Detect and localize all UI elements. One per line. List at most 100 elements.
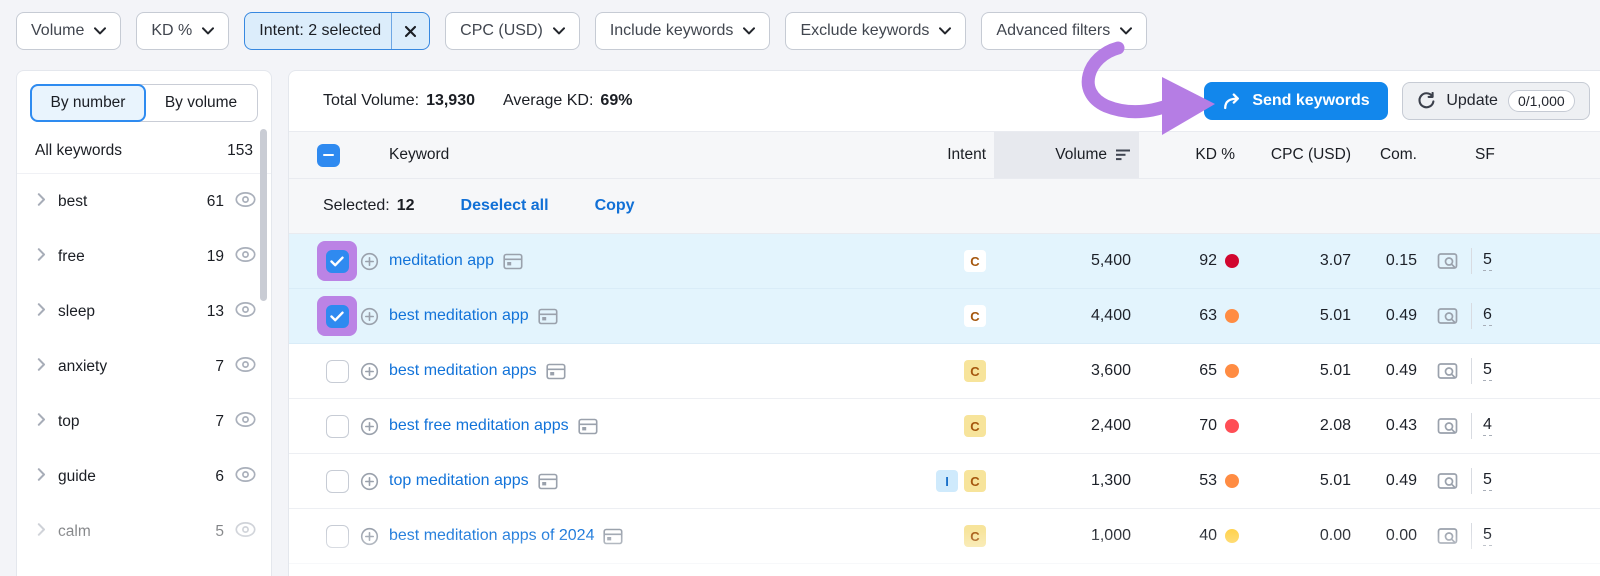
close-icon[interactable] (392, 25, 429, 38)
intent-cell: C (864, 360, 994, 382)
add-to-list-icon[interactable] (359, 306, 380, 327)
keyword-group-row[interactable]: best 61 (17, 174, 271, 229)
selection-bar: Selected: 12 Deselect all Copy (289, 179, 1600, 234)
eye-icon[interactable] (234, 411, 257, 433)
filter-chip[interactable]: Advanced filters (981, 12, 1147, 50)
keyword-group-label: guide (58, 468, 203, 486)
keyword-link[interactable]: best meditation apps (389, 362, 537, 380)
serp-features-icon[interactable] (1437, 252, 1460, 271)
serp-card-icon[interactable] (603, 528, 623, 545)
kd-difficulty-dot (1225, 309, 1239, 323)
add-to-list-icon[interactable] (359, 251, 380, 272)
keyword-table-panel: Total Volume: 13,930 Average KD: 69% Sen… (288, 70, 1600, 576)
tab-by-volume[interactable]: By volume (145, 85, 257, 121)
sf-count[interactable]: 4 (1483, 416, 1492, 436)
add-to-list-icon[interactable] (359, 416, 380, 437)
keyword-link[interactable]: best free meditation apps (389, 417, 569, 435)
tab-by-number[interactable]: By number (30, 84, 146, 122)
checkbox-highlight (317, 516, 357, 556)
serp-features-icon[interactable] (1437, 362, 1460, 381)
keyword-group-row[interactable]: free 19 (17, 229, 271, 284)
filter-chip-label: CPC (USD) (460, 22, 543, 40)
filter-chip[interactable]: KD % (136, 12, 229, 50)
total-volume-label: Total Volume: (323, 92, 419, 110)
column-header-volume[interactable]: Volume (994, 132, 1139, 178)
keyword-link[interactable]: meditation app (389, 252, 494, 270)
deselect-all-link[interactable]: Deselect all (461, 197, 549, 215)
keyword-group-row[interactable]: calm 5 (17, 504, 271, 559)
select-all-checkbox[interactable] (317, 144, 340, 167)
keyword-group-row[interactable]: anxiety 7 (17, 339, 271, 394)
chevron-right-icon[interactable] (37, 193, 46, 211)
keyword-group-row[interactable]: guide 6 (17, 449, 271, 504)
row-checkbox[interactable] (326, 470, 349, 493)
filter-chip[interactable]: Include keywords (595, 12, 771, 50)
row-checkbox[interactable] (326, 305, 349, 328)
row-checkbox[interactable] (326, 525, 349, 548)
competition-value: 0.49 (1386, 307, 1417, 325)
serp-card-icon[interactable] (546, 363, 566, 380)
row-checkbox[interactable] (326, 250, 349, 273)
filter-chip[interactable]: CPC (USD) (445, 12, 580, 50)
send-keywords-button[interactable]: Send keywords (1204, 82, 1388, 120)
chevron-down-icon (202, 22, 214, 40)
sf-count[interactable]: 6 (1483, 306, 1492, 326)
chevron-right-icon[interactable] (37, 303, 46, 321)
chevron-right-icon[interactable] (37, 358, 46, 376)
update-button[interactable]: Update 0/1,000 (1402, 82, 1590, 120)
keyword-group-row[interactable]: sleep 13 (17, 284, 271, 339)
kd-difficulty-dot (1225, 474, 1239, 488)
serp-card-icon[interactable] (503, 253, 523, 270)
sf-count[interactable]: 5 (1483, 361, 1492, 381)
copy-link[interactable]: Copy (595, 197, 635, 215)
keyword-link[interactable]: best meditation apps of 2024 (389, 527, 594, 545)
chevron-right-icon[interactable] (37, 468, 46, 486)
cpc-value: 5.01 (1320, 362, 1351, 380)
filter-chip[interactable]: Intent: 2 selected (244, 12, 430, 50)
serp-card-icon[interactable] (538, 308, 558, 325)
column-header-sf: SF (1475, 146, 1495, 164)
sf-count[interactable]: 5 (1483, 526, 1492, 546)
chevron-down-icon (1120, 22, 1132, 40)
filter-clear-control[interactable] (391, 13, 429, 49)
send-arrow-icon (1222, 93, 1242, 110)
add-to-list-icon[interactable] (359, 526, 380, 547)
keyword-group-row[interactable]: top 7 (17, 394, 271, 449)
eye-icon[interactable] (234, 246, 257, 268)
row-checkbox[interactable] (326, 415, 349, 438)
serp-card-icon[interactable] (578, 418, 598, 435)
checkbox-highlight (317, 241, 357, 281)
serp-features-icon[interactable] (1437, 417, 1460, 436)
row-checkbox[interactable] (326, 360, 349, 383)
serp-features-icon[interactable] (1437, 307, 1460, 326)
filter-chip[interactable]: Exclude keywords (785, 12, 966, 50)
chevron-right-icon[interactable] (37, 523, 46, 541)
serp-features-icon[interactable] (1437, 527, 1460, 546)
eye-icon[interactable] (234, 521, 257, 543)
column-header-cpc: CPC (USD) (1271, 146, 1351, 164)
divider (1471, 523, 1472, 549)
keyword-link[interactable]: top meditation apps (389, 472, 529, 490)
eye-icon[interactable] (234, 356, 257, 378)
chevron-right-icon[interactable] (37, 413, 46, 431)
intent-cell: C (864, 250, 994, 272)
keyword-group-count: 6 (215, 468, 224, 486)
keyword-link[interactable]: best meditation app (389, 307, 529, 325)
add-to-list-icon[interactable] (359, 361, 380, 382)
all-keywords-row[interactable]: All keywords 153 (17, 128, 271, 174)
intent-cell: IC (864, 470, 994, 492)
eye-icon[interactable] (234, 466, 257, 488)
intent-cell: C (864, 415, 994, 437)
eye-icon[interactable] (234, 301, 257, 323)
chevron-right-icon[interactable] (37, 248, 46, 266)
eye-icon[interactable] (234, 191, 257, 213)
serp-features-icon[interactable] (1437, 472, 1460, 491)
sf-count[interactable]: 5 (1483, 251, 1492, 271)
add-to-list-icon[interactable] (359, 471, 380, 492)
sidebar-scrollbar[interactable] (260, 129, 267, 301)
serp-card-icon[interactable] (538, 473, 558, 490)
sf-count[interactable]: 5 (1483, 471, 1492, 491)
keyword-group-label: calm (58, 523, 203, 541)
kd-value: 53 (1199, 472, 1217, 490)
filter-chip[interactable]: Volume (16, 12, 121, 50)
